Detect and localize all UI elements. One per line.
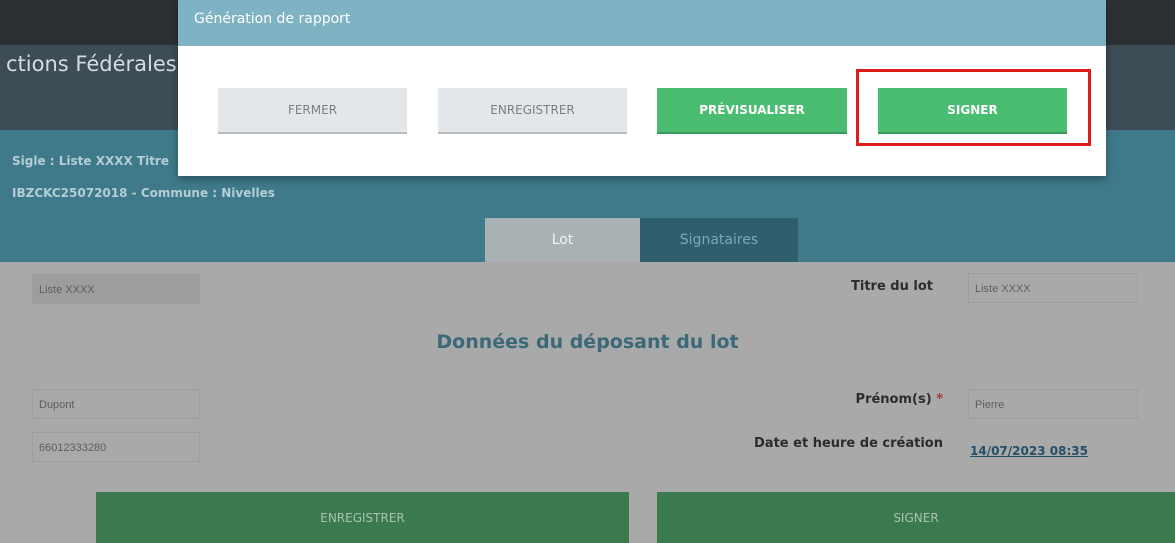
sign-button-highlight <box>856 69 1091 146</box>
modal-close-button[interactable]: FERMER <box>218 88 407 134</box>
titre-label: Titre du lot <box>851 279 933 294</box>
prenom-label: Prénom(s) * <box>856 392 943 407</box>
modal-title: Génération de rapport <box>194 11 351 27</box>
lot-info-line-2: IBZCKC25072018 - Commune : Nivelles <box>12 186 275 200</box>
modal-save-button[interactable]: ENREGISTRER <box>438 88 627 134</box>
lot-info-line-1: Sigle : Liste XXXX Titre <box>12 154 169 168</box>
prenom-field[interactable]: Pierre <box>968 389 1138 419</box>
save-button[interactable]: ENREGISTRER <box>96 492 629 543</box>
sign-button[interactable]: SIGNER <box>657 492 1175 543</box>
required-mark: * <box>936 392 943 407</box>
registre-field[interactable]: 66012333280 <box>32 432 200 462</box>
sigle-field[interactable]: Liste XXXX <box>32 274 200 304</box>
titre-field[interactable]: Liste XXXX <box>968 273 1138 303</box>
modal-preview-button[interactable]: PRÉVISUALISER <box>657 88 847 134</box>
app-window: ctions Fédérales c Sigle : Liste XXXX Ti… <box>0 0 1175 543</box>
section-title: Données du déposant du lot <box>436 331 739 353</box>
tab-lot[interactable]: Lot <box>485 218 640 262</box>
app-title: ctions Fédérales c <box>6 52 195 76</box>
prenom-label-text: Prénom(s) <box>855 392 932 407</box>
date-value: 14/07/2023 08:35 <box>970 444 1088 458</box>
tab-signataires[interactable]: Signataires <box>640 218 798 262</box>
nom-field[interactable]: Dupont <box>32 389 200 419</box>
date-label: Date et heure de création <box>754 436 943 451</box>
modal-header: Génération de rapport <box>178 0 1106 46</box>
